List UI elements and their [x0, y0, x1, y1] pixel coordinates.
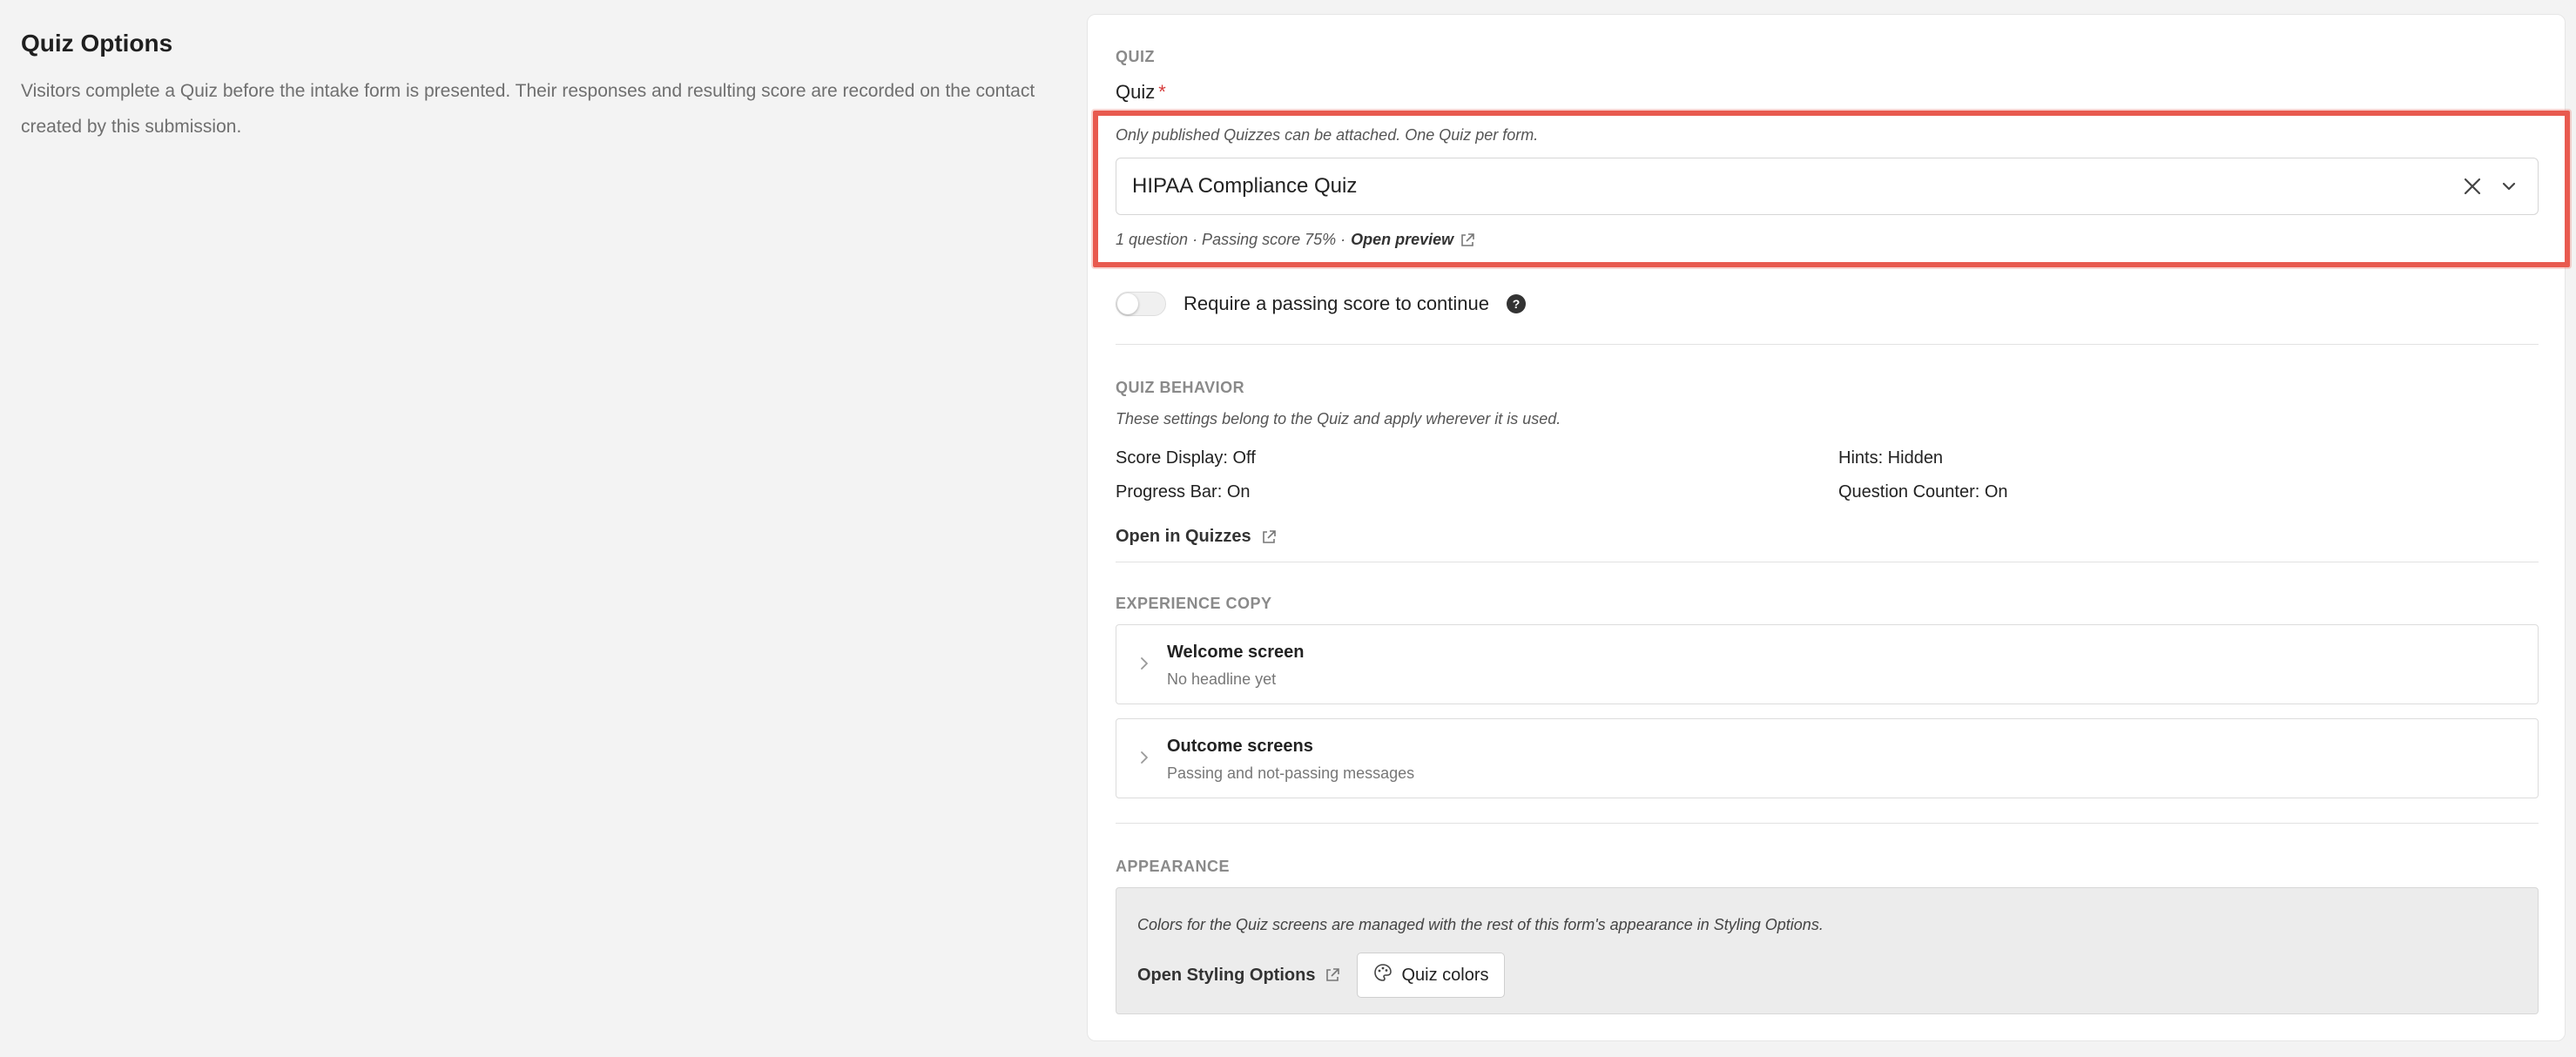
question-counter-setting: Question Counter: On	[1838, 482, 2008, 502]
progress-bar-setting: Progress Bar: On	[1116, 482, 1251, 502]
outcome-screens-subtitle: Passing and not-passing messages	[1167, 764, 1415, 782]
experience-section-label: EXPERIENCE COPY	[1116, 595, 1272, 612]
chevron-right-icon	[1136, 749, 1153, 766]
open-in-quizzes-link[interactable]: Open in Quizzes	[1116, 527, 1278, 547]
quiz-section-label: QUIZ	[1116, 48, 1155, 65]
welcome-screen-title: Welcome screen	[1167, 643, 1305, 662]
appearance-actions: Open Styling Options Quiz colors	[1137, 953, 1506, 998]
require-passing-toggle[interactable]	[1116, 292, 1166, 316]
quiz-field-label: Quiz *	[1116, 81, 1166, 104]
open-styling-options-label: Open Styling Options	[1137, 965, 1316, 985]
open-in-quizzes-label: Open in Quizzes	[1116, 527, 1251, 546]
outcome-screens-accordion[interactable]: Outcome screens Passing and not-passing …	[1116, 718, 2539, 798]
quiz-settings-card: QUIZ Quiz * Only published Quizzes can be…	[1087, 14, 2570, 1041]
external-link-icon	[1459, 232, 1476, 249]
open-styling-options-link[interactable]: Open Styling Options	[1137, 966, 1341, 986]
divider	[1116, 344, 2539, 345]
quiz-select[interactable]: HIPAA Compliance Quiz	[1116, 158, 2539, 215]
quiz-colors-label: Quiz colors	[1401, 965, 1489, 985]
quiz-select-value: HIPAA Compliance Quiz	[1132, 174, 1358, 198]
appearance-section-label: APPEARANCE	[1116, 858, 1231, 875]
quiz-meta: 1 question · Passing score 75% · Open pr…	[1116, 231, 1476, 249]
quiz-meta-text: 1 question · Passing score 75% ·	[1116, 231, 1346, 248]
toggle-knob	[1117, 293, 1138, 314]
chevron-down-icon[interactable]	[2496, 173, 2522, 199]
help-icon[interactable]: ?	[1507, 294, 1526, 313]
quiz-hint: Only published Quizzes can be attached. …	[1116, 126, 1539, 144]
page-description: Visitors complete a Quiz before the inta…	[21, 81, 1035, 137]
welcome-screen-subtitle: No headline yet	[1167, 670, 1277, 688]
behavior-note: These settings belong to the Quiz and ap…	[1116, 410, 1561, 428]
hints-setting: Hints: Hidden	[1838, 448, 1944, 468]
require-passing-row: Require a passing score to continue ?	[1116, 292, 1526, 316]
intro-section: Quiz Options Visitors complete a Quiz be…	[21, 28, 1049, 145]
appearance-box: Colors for the Quiz screens are managed …	[1116, 887, 2539, 1014]
require-passing-label: Require a passing score to continue	[1183, 293, 1489, 314]
page: Quiz Options Visitors complete a Quiz be…	[0, 0, 2576, 1057]
palette-icon	[1373, 963, 1393, 987]
open-preview-link[interactable]: Open preview	[1351, 231, 1453, 249]
welcome-screen-accordion[interactable]: Welcome screen No headline yet	[1116, 624, 2539, 704]
outcome-screens-title: Outcome screens	[1167, 737, 1313, 756]
quiz-colors-button[interactable]: Quiz colors	[1357, 953, 1506, 998]
external-link-icon	[1260, 528, 1278, 546]
behavior-section-label: QUIZ BEHAVIOR	[1116, 379, 1245, 396]
chevron-right-icon	[1136, 655, 1153, 672]
appearance-note: Colors for the Quiz screens are managed …	[1137, 916, 1824, 933]
quiz-field-label-text: Quiz	[1116, 81, 1156, 103]
clear-icon[interactable]	[2459, 173, 2485, 199]
score-display-setting: Score Display: Off	[1116, 448, 1256, 468]
divider	[1116, 823, 2539, 824]
required-marker: *	[1158, 81, 1166, 103]
external-link-icon	[1324, 966, 1341, 984]
page-title: Quiz Options	[21, 30, 173, 57]
